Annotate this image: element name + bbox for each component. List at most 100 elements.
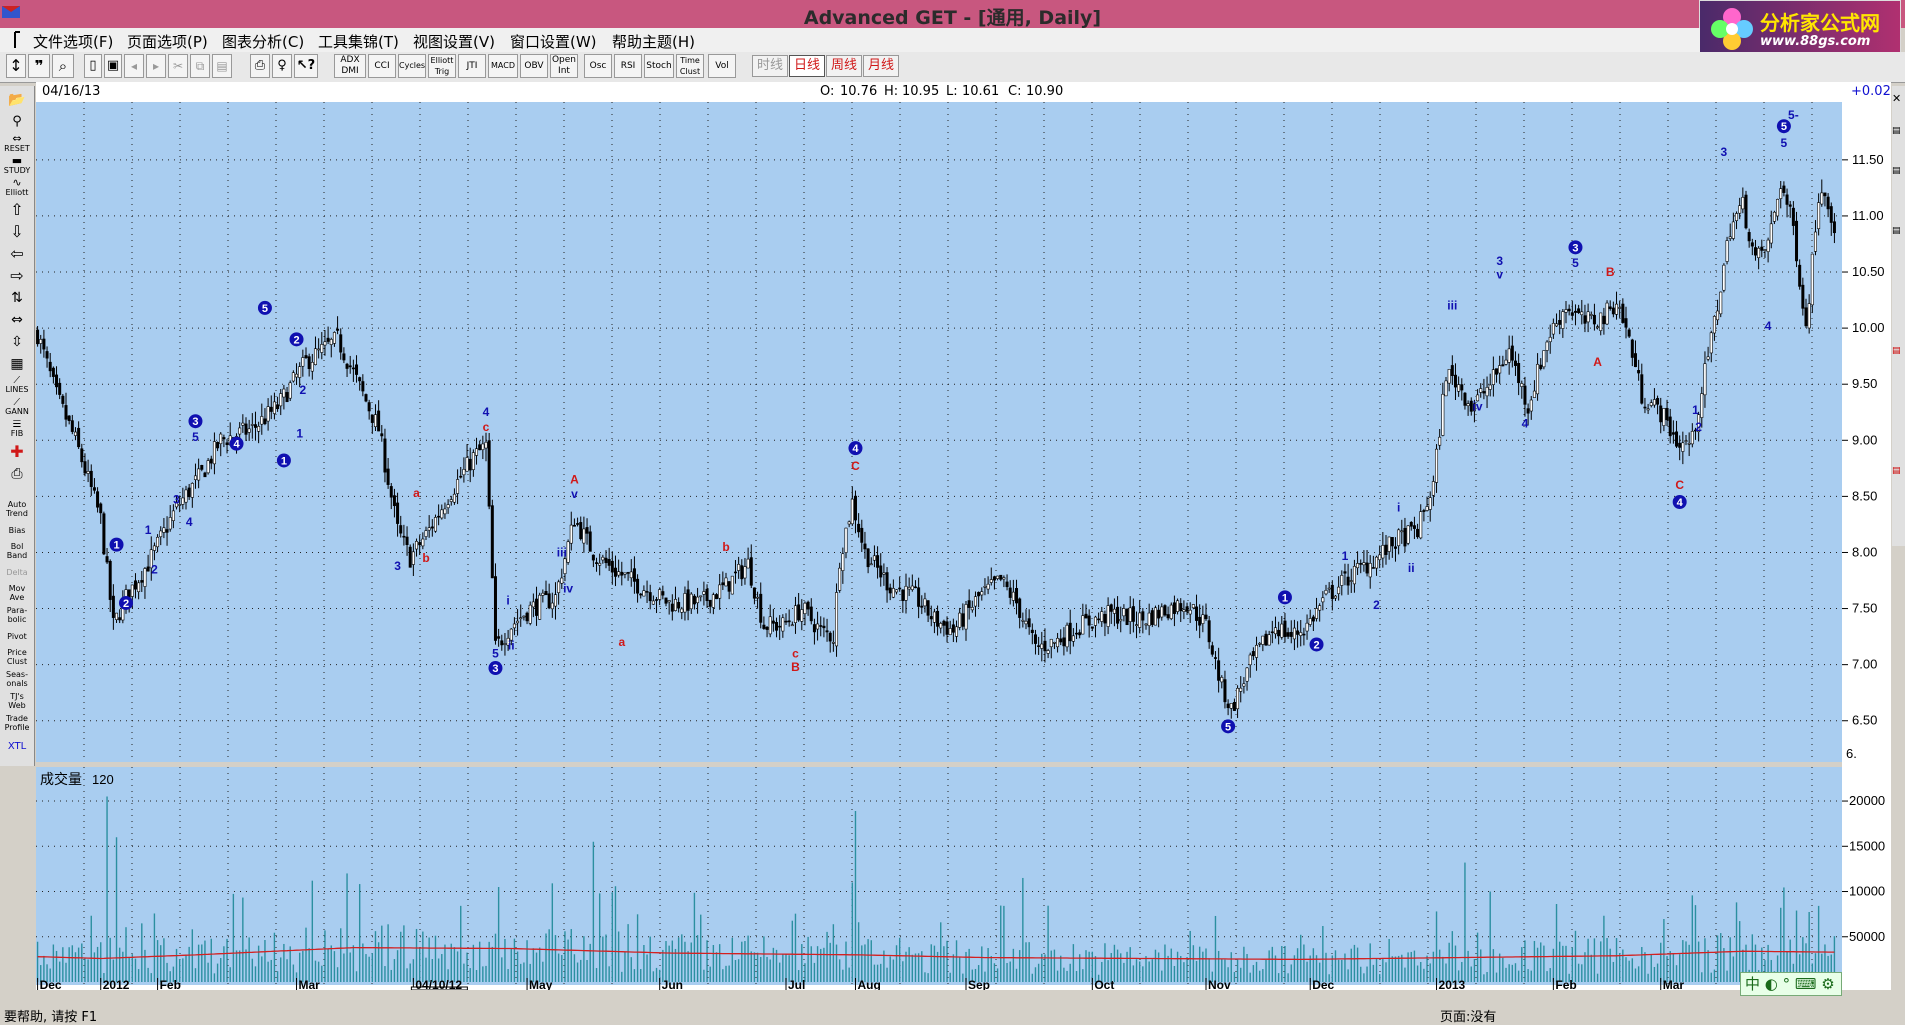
cut-icon[interactable]: ✂ — [168, 54, 188, 78]
delta-button[interactable]: Delta — [3, 564, 31, 584]
study-vol-button[interactable]: Vol — [708, 54, 736, 78]
menu-view[interactable]: 视图设置(V) — [413, 31, 495, 52]
candle-body — [55, 374, 59, 388]
study-macd-button[interactable]: MACD — [488, 54, 518, 78]
study-adx-dmi-button[interactable]: ADX DMI — [334, 54, 366, 78]
right-tool-icon-2[interactable]: ▤ — [1892, 166, 1901, 176]
right-tool-icon-5[interactable]: ▤ — [1892, 466, 1901, 476]
bias-button[interactable]: Bias — [3, 522, 31, 542]
bol-band-button[interactable]: Bol Band — [3, 542, 31, 562]
price-clust-button[interactable]: Price Clust — [3, 648, 31, 668]
candle-body — [1213, 657, 1217, 659]
open-folder-icon[interactable]: 📂 — [3, 90, 31, 110]
grid-icon[interactable]: ▦ — [3, 354, 31, 374]
menu-page[interactable]: 页面选项(P) — [127, 31, 208, 52]
study-elliott-trig-button[interactable]: Elliott Trig — [428, 54, 456, 78]
menu-tools[interactable]: 工具集锦(T) — [318, 31, 399, 52]
study-open-int-button[interactable]: Open Int — [550, 54, 578, 78]
quote-tool-icon[interactable]: ❞ — [28, 54, 50, 78]
candle-body — [661, 591, 665, 596]
compress-icon[interactable]: ⇅ — [3, 288, 31, 308]
save-icon[interactable]: ▣ — [104, 54, 122, 78]
arrow-down-icon[interactable]: ⇩ — [3, 222, 31, 242]
study-cci-button[interactable]: CCI — [368, 54, 396, 78]
xtl-button[interactable]: XTL — [3, 738, 31, 758]
date-tick-label: Feb — [1555, 978, 1576, 990]
candle-body — [1273, 627, 1277, 635]
candle-body — [1716, 310, 1720, 321]
candle-body — [1352, 566, 1356, 585]
pointer-tool-icon[interactable]: ↕ — [6, 54, 26, 78]
zoom-box-icon[interactable]: ⇳ — [3, 332, 31, 352]
gann-button[interactable]: ⟋ GANN — [3, 398, 31, 418]
study-rsi-button[interactable]: RSI — [614, 54, 642, 78]
seasonals-button[interactable]: Seas-onals — [3, 670, 31, 690]
help-pointer-icon[interactable]: ↖? — [294, 54, 318, 78]
menu-chart-analysis[interactable]: 图表分析(C) — [222, 31, 304, 52]
candle-body — [310, 362, 314, 372]
period-hourly-button[interactable]: 时线 — [752, 55, 788, 77]
right-close-icon[interactable]: ✕ — [1892, 92, 1901, 105]
price-volume-chart[interactable]: 121234354521213ab4ciii53AviiiivabcB4C512… — [36, 102, 1891, 990]
printer-icon[interactable]: ⎙ — [3, 464, 31, 484]
trade-profile-button[interactable]: Trade Profile — [3, 714, 31, 734]
elliott-button[interactable]: ∿ Elliott — [3, 178, 31, 198]
candle-body — [462, 469, 466, 476]
reset-button[interactable]: ⇔ RESET — [3, 134, 31, 154]
study-obv-button[interactable]: OBV — [520, 54, 548, 78]
arrow-right-icon[interactable]: ⇨ — [3, 266, 31, 286]
auto-trend-button[interactable]: Auto Trend — [3, 500, 31, 520]
tjs-web-button[interactable]: TJ's Web — [3, 692, 31, 712]
candle-body — [313, 348, 317, 365]
forward-icon[interactable]: ▸ — [146, 54, 166, 78]
candle-body — [1223, 679, 1227, 703]
price-tick-label: 9.00 — [1852, 432, 1877, 447]
right-tool-icon-4[interactable]: ▤ — [1892, 346, 1901, 356]
candle-body — [1346, 576, 1350, 586]
expand-icon[interactable]: ⇔ — [3, 310, 31, 330]
zoom-icon[interactable]: ⌕ — [52, 54, 74, 78]
period-daily-button[interactable]: 日线 — [789, 55, 825, 77]
candle-body — [1709, 332, 1713, 354]
print-icon[interactable]: ⎙ — [250, 54, 270, 78]
candle-body — [1567, 308, 1571, 312]
back-icon[interactable]: ◂ — [124, 54, 144, 78]
study-jti-button[interactable]: JTI — [458, 54, 486, 78]
ime-tray-icon[interactable]: 中 ◐ ° ⌨ ⚙ — [1745, 975, 1835, 993]
ime-tray[interactable]: 中 ◐ ° ⌨ ⚙ — [1740, 972, 1842, 996]
study-stoch-button[interactable]: Stoch — [644, 54, 674, 78]
new-file-icon[interactable]: ▯ — [84, 54, 102, 78]
candle-body — [1662, 408, 1666, 426]
pivot-button[interactable]: Pivot — [3, 628, 31, 648]
mov-ave-button[interactable]: Mov Ave — [3, 584, 31, 604]
candle-body — [1160, 606, 1164, 618]
wave-label: 1 — [145, 523, 152, 537]
copy-icon[interactable]: ⧉ — [190, 54, 210, 78]
study-osc-button[interactable]: Osc — [584, 54, 612, 78]
paste-icon[interactable]: ▤ — [212, 54, 232, 78]
arrow-left-icon[interactable]: ⇦ — [3, 244, 31, 264]
wave-label: a — [413, 486, 420, 500]
price-panel[interactable] — [36, 102, 1842, 762]
candle-body — [955, 626, 959, 637]
right-tool-icon-1[interactable]: ▤ — [1892, 126, 1901, 136]
fib-button[interactable]: ☰ FIB — [3, 420, 31, 440]
lines-button[interactable]: ⟋ LINES — [3, 376, 31, 396]
study-cycles-button[interactable]: Cycles — [398, 54, 426, 78]
arrow-up-icon[interactable]: ⇧ — [3, 200, 31, 220]
menu-help[interactable]: 帮助主题(H) — [612, 31, 695, 52]
study-button[interactable]: ▬ STUDY — [3, 156, 31, 176]
crosshair-icon[interactable]: ✚ — [3, 442, 31, 462]
hint-icon[interactable]: ♀ — [272, 54, 292, 78]
menu-file[interactable]: 文件选项(F) — [33, 31, 113, 52]
study-time-clust-button[interactable]: Time Clust — [676, 54, 704, 78]
period-weekly-button[interactable]: 周线 — [826, 55, 862, 77]
candle-body — [269, 406, 273, 412]
right-tool-icon-3[interactable]: ▤ — [1892, 226, 1901, 236]
period-monthly-button[interactable]: 月线 — [863, 55, 899, 77]
parabolic-button[interactable]: Para-bolic — [3, 606, 31, 626]
volume-panel[interactable] — [36, 767, 1842, 985]
candle-body — [1267, 634, 1271, 646]
binoculars-icon[interactable]: ⚲ — [3, 112, 31, 132]
menu-window[interactable]: 窗口设置(W) — [510, 31, 597, 52]
